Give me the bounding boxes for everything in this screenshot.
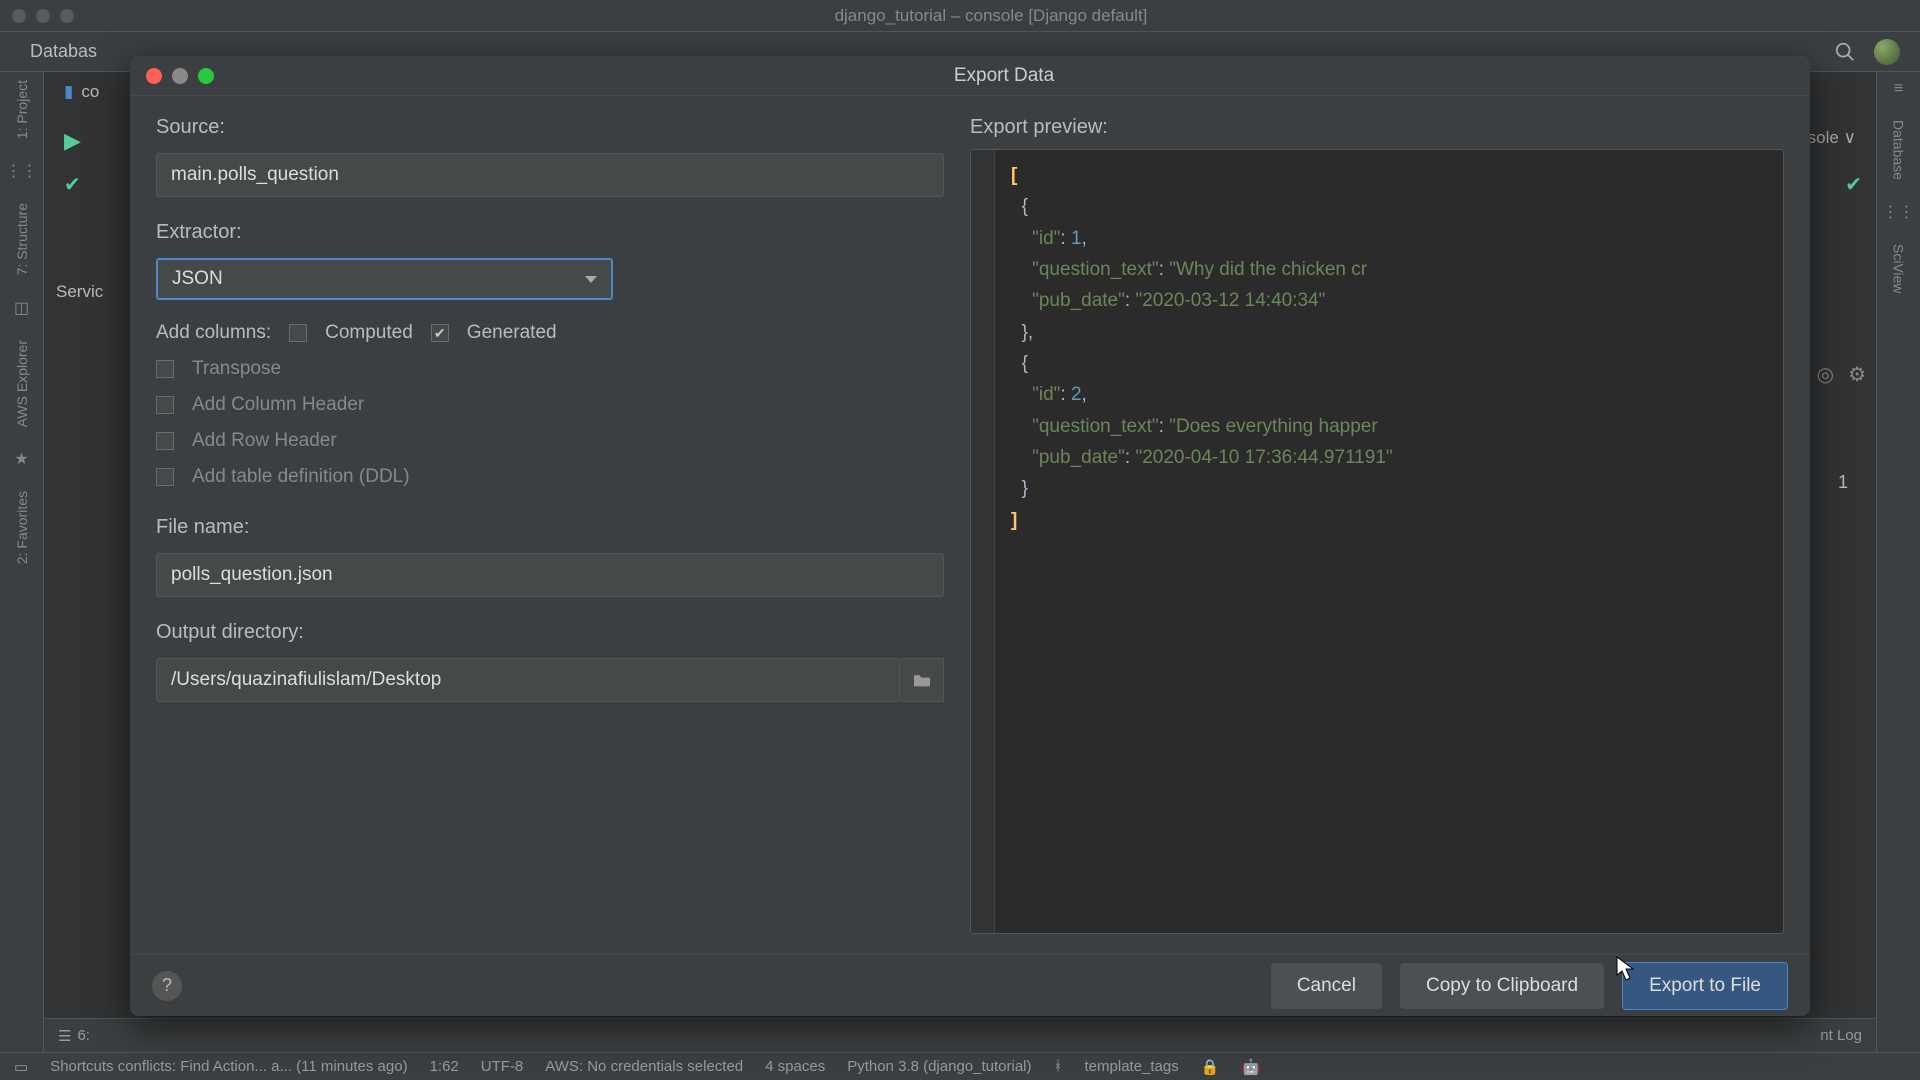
window-traffic-lights — [12, 9, 74, 23]
dialog-traffic-lights — [146, 68, 214, 84]
editor-tab[interactable]: ▮ co — [64, 72, 99, 112]
memory-icon[interactable]: 🤖 — [1241, 1058, 1260, 1076]
eye-icon[interactable]: ◎ — [1817, 362, 1834, 387]
browse-directory-button[interactable] — [900, 658, 944, 702]
add-ddl-checkbox[interactable] — [156, 468, 174, 486]
inspection-ok-icon: ✔ — [1845, 172, 1862, 197]
computed-label: Computed — [325, 322, 413, 344]
horizontal-scrollbar[interactable] — [971, 933, 1783, 934]
event-log-button[interactable]: nt Log — [1820, 1027, 1862, 1044]
todo-indicator-icon[interactable]: ☰ — [58, 1027, 71, 1045]
export-data-dialog: Export Data Source: Extractor: JSON Add … — [130, 56, 1810, 1016]
help-button[interactable]: ? — [152, 971, 182, 1001]
dialog-close-icon[interactable] — [146, 68, 162, 84]
dialog-titlebar: Export Data — [130, 56, 1810, 96]
check-icon: ✔ — [64, 172, 81, 197]
preview-editor: [ { "id": 1, "question_text": "Why did t… — [970, 149, 1784, 934]
editor-tab-label: co — [81, 82, 99, 102]
search-icon[interactable] — [1834, 41, 1856, 63]
zoom-window-icon[interactable] — [60, 9, 74, 23]
lock-icon[interactable]: 🔒 — [1201, 1058, 1220, 1076]
add-row-header-checkbox[interactable] — [156, 432, 174, 450]
status-aws[interactable]: AWS: No credentials selected — [545, 1058, 743, 1075]
dialog-minimize-icon[interactable] — [172, 68, 188, 84]
copy-to-clipboard-button[interactable]: Copy to Clipboard — [1400, 963, 1604, 1009]
status-caret-pos[interactable]: 1:62 — [430, 1058, 459, 1075]
extractor-value: JSON — [172, 268, 223, 290]
export-preview-pane: Export preview: [ { "id": 1, "question_t… — [970, 96, 1810, 954]
output-directory-input[interactable] — [156, 658, 900, 702]
bars-icon: ≡ — [1894, 80, 1903, 98]
database-panel-tab[interactable]: Databas — [30, 41, 97, 62]
folder-icon — [912, 672, 932, 688]
dialog-zoom-icon[interactable] — [198, 68, 214, 84]
run-icon[interactable]: ▶ — [64, 128, 81, 154]
computed-checkbox[interactable] — [289, 324, 307, 342]
right-toolbar: ◎ ⚙ — [1817, 362, 1866, 387]
status-python-interpreter[interactable]: Python 3.8 (django_tutorial) — [847, 1058, 1031, 1075]
extractor-label: Extractor: — [156, 221, 944, 244]
code-gutter — [971, 150, 995, 933]
close-window-icon[interactable] — [12, 9, 26, 23]
user-avatar[interactable] — [1874, 39, 1900, 65]
add-column-header-label: Add Column Header — [192, 394, 364, 416]
preview-code[interactable]: [ { "id": 1, "question_text": "Why did t… — [995, 150, 1409, 933]
minimize-window-icon[interactable] — [36, 9, 50, 23]
services-panel-label[interactable]: Servic — [56, 282, 103, 302]
preview-label: Export preview: — [970, 116, 1784, 139]
gear-icon[interactable]: ⚙ — [1848, 362, 1866, 387]
sciview-tool-button[interactable]: SciView — [1891, 244, 1907, 294]
result-count: 1 — [1838, 472, 1848, 493]
export-options-pane: Source: Extractor: JSON Add columns: Com… — [130, 96, 970, 954]
generated-label: Generated — [467, 322, 557, 344]
line-indicator: 6: — [77, 1027, 90, 1044]
generated-checkbox[interactable]: ✔ — [431, 324, 449, 342]
status-indent[interactable]: 4 spaces — [765, 1058, 825, 1075]
add-ddl-label: Add table definition (DDL) — [192, 466, 410, 488]
database-tool-button[interactable]: Database — [1891, 120, 1907, 180]
left-tool-stripe: 1: Project ⋮⋮ 7: Structure ◫ AWS Explore… — [0, 72, 44, 1052]
star-icon: ★ — [14, 449, 28, 469]
window-titlebar: django_tutorial – console [Django defaul… — [0, 0, 1920, 32]
source-label: Source: — [156, 116, 944, 139]
status-shortcuts[interactable]: Shortcuts conflicts: Find Action... a...… — [50, 1058, 407, 1075]
status-git-branch[interactable]: template_tags — [1085, 1058, 1179, 1075]
cancel-button[interactable]: Cancel — [1271, 963, 1382, 1009]
structure-tool-button[interactable]: 7: Structure — [14, 203, 30, 275]
file-icon: ▮ — [64, 82, 73, 102]
project-tool-button[interactable]: 1: Project — [14, 80, 30, 139]
source-input[interactable] — [156, 153, 944, 197]
structure-dots-icon: ⋮⋮ — [6, 161, 38, 181]
file-name-input[interactable] — [156, 553, 944, 597]
favorites-tool-button[interactable]: 2: Favorites — [14, 491, 30, 564]
file-name-label: File name: — [156, 516, 944, 539]
window-title: django_tutorial – console [Django defaul… — [74, 6, 1908, 26]
aws-explorer-tool-button[interactable]: AWS Explorer — [14, 340, 30, 427]
notifications-icon[interactable]: ▭ — [14, 1058, 28, 1076]
export-to-file-button[interactable]: Export to File — [1622, 962, 1788, 1010]
add-row-header-label: Add Row Header — [192, 430, 337, 452]
right-tool-stripe: ≡ Database ⋮⋮ SciView — [1876, 72, 1920, 1052]
output-directory-label: Output directory: — [156, 621, 944, 644]
transpose-label: Transpose — [192, 358, 281, 380]
dialog-footer: ? Cancel Copy to Clipboard Export to Fil… — [130, 954, 1810, 1016]
add-column-header-checkbox[interactable] — [156, 396, 174, 414]
chevron-down-icon — [585, 276, 597, 283]
aws-cube-icon: ◫ — [14, 298, 29, 318]
run-config-selector[interactable]: sole ∨ — [1808, 128, 1856, 148]
extractor-select[interactable]: JSON — [156, 258, 613, 300]
status-bar: ▭ Shortcuts conflicts: Find Action... a.… — [0, 1052, 1920, 1080]
bottom-tool-stripe: ☰ 6: nt Log — [44, 1018, 1876, 1052]
dialog-title: Export Data — [214, 65, 1794, 87]
git-branch-icon: ᚼ — [1054, 1058, 1063, 1075]
status-encoding[interactable]: UTF-8 — [481, 1058, 524, 1075]
sciview-dots-icon: ⋮⋮ — [1883, 202, 1915, 222]
add-columns-label: Add columns: — [156, 322, 271, 344]
transpose-checkbox[interactable] — [156, 360, 174, 378]
